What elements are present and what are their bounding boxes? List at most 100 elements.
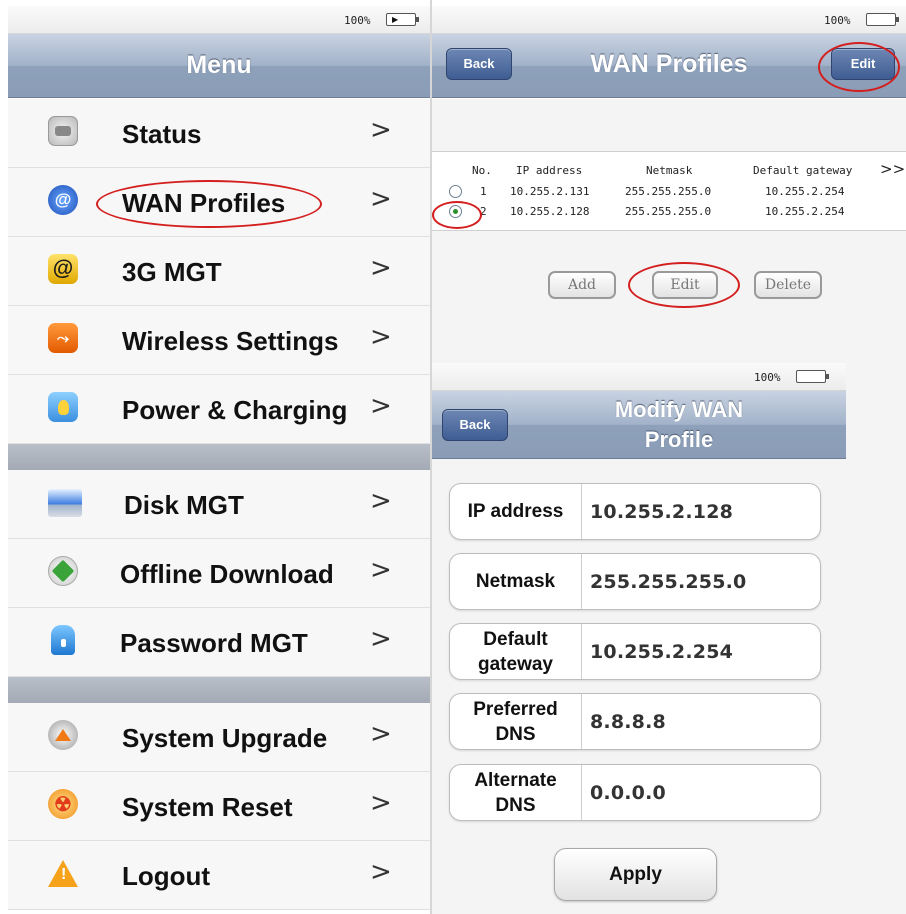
table-cell-gateway: 10.255.2.254: [765, 205, 845, 218]
annotation-ring: [818, 42, 900, 92]
status-icon: [48, 116, 78, 146]
add-button[interactable]: Add: [548, 271, 616, 299]
menu-item-offline-download[interactable]: Offline Download >: [8, 539, 430, 608]
table-cell-ip: 10.255.2.131: [510, 185, 590, 198]
table-cell-netmask: 255.255.255.0: [625, 205, 712, 218]
password-icon: [51, 625, 75, 655]
field-label: Default gateway: [450, 624, 582, 679]
row-1-radio[interactable]: [449, 185, 462, 198]
netmask-field[interactable]: Netmask 255.255.255.0: [449, 553, 821, 610]
field-label-text: gateway: [478, 653, 553, 675]
ip-address-field[interactable]: IP address 10.255.2.128: [449, 483, 821, 540]
field-label: Netmask: [450, 554, 582, 609]
upgrade-icon: [48, 720, 78, 750]
column-header-netmask: Netmask: [646, 164, 693, 177]
menu-item-wireless-settings[interactable]: ⤳ Wireless Settings >: [8, 306, 430, 375]
chevron-right-icon: >: [370, 555, 392, 585]
menu-item-label: Disk MGT: [124, 490, 244, 520]
menu-item-system-reset[interactable]: ☢ System Reset >: [8, 772, 430, 841]
disk-icon: [48, 489, 82, 517]
alternate-dns-field[interactable]: Alternate DNS 0.0.0.0: [449, 764, 821, 821]
field-label: Preferred DNS: [450, 694, 582, 749]
page-title-line-1: Modify WAN: [614, 397, 744, 422]
field-label-text: IP address: [467, 501, 564, 522]
battery-percent: 100%: [824, 14, 851, 27]
annotation-ring: [96, 180, 322, 228]
field-label-text: Preferred: [473, 698, 558, 720]
alternate-dns-value[interactable]: 0.0.0.0: [590, 765, 666, 820]
more-columns-icon[interactable]: >>: [880, 160, 905, 178]
section-separator: [8, 444, 430, 470]
reset-icon: ☢: [48, 789, 78, 819]
preferred-dns-field[interactable]: Preferred DNS 8.8.8.8: [449, 693, 821, 750]
3g-icon: @: [48, 254, 78, 284]
annotation-ring: [628, 262, 740, 308]
warning-icon: !: [48, 858, 78, 888]
left-status-bar: 100% ▶: [8, 6, 430, 34]
battery-percent: 100%: [344, 14, 371, 27]
field-label: Alternate DNS: [450, 765, 582, 820]
menu-item-label: 3G MGT: [122, 257, 222, 287]
menu-item-power-charging[interactable]: Power & Charging >: [8, 375, 430, 444]
default-gateway-value[interactable]: 10.255.2.254: [590, 624, 733, 679]
back-button[interactable]: Back: [442, 409, 508, 441]
modify-nav-bar: Back Modify WAN Profile: [432, 391, 846, 459]
chevron-right-icon: >: [370, 184, 392, 214]
netmask-value[interactable]: 255.255.255.0: [590, 554, 746, 609]
battery-icon: [866, 13, 899, 26]
default-gateway-field[interactable]: Default gateway 10.255.2.254: [449, 623, 821, 680]
menu-item-password-mgt[interactable]: Password MGT >: [8, 608, 430, 677]
menu-item-label: System Reset: [122, 792, 293, 822]
delete-button[interactable]: Delete: [754, 271, 822, 299]
menu-item-label: Password MGT: [120, 628, 308, 658]
battery-percent: 100%: [754, 371, 781, 384]
preferred-dns-value[interactable]: 8.8.8.8: [590, 694, 666, 749]
chevron-right-icon: >: [370, 253, 392, 283]
wan-status-bar: 100%: [432, 6, 906, 34]
modify-status-bar: 100%: [432, 363, 846, 391]
field-label-text: Alternate: [474, 769, 557, 791]
page-title-line-2: Profile: [644, 427, 714, 452]
menu-item-label: Power & Charging: [122, 395, 348, 425]
chevron-right-icon: >: [370, 719, 392, 749]
chevron-right-icon: >: [370, 115, 392, 145]
table-cell-ip: 10.255.2.128: [510, 205, 590, 218]
offline-download-icon: [48, 556, 78, 586]
menu-item-status[interactable]: Status >: [8, 99, 430, 168]
menu-item-disk-mgt[interactable]: Disk MGT >: [8, 470, 430, 539]
wan-profiles-table: No. IP address Netmask Default gateway >…: [432, 151, 906, 231]
chevron-right-icon: >: [370, 624, 392, 654]
menu-item-system-upgrade[interactable]: System Upgrade >: [8, 703, 430, 772]
wan-icon: @: [48, 185, 78, 215]
wireless-icon: ⤳: [48, 323, 78, 353]
field-label-text: DNS: [495, 723, 536, 745]
wan-panel-background: [432, 99, 906, 363]
menu-item-label: Wireless Settings: [122, 326, 339, 356]
apply-button[interactable]: Apply: [554, 848, 717, 901]
field-label: IP address: [450, 484, 582, 539]
ip-address-value[interactable]: 10.255.2.128: [590, 484, 733, 539]
menu-item-label: Offline Download: [120, 559, 334, 589]
column-header-ip: IP address: [516, 164, 583, 177]
field-label-text: Netmask: [475, 571, 556, 592]
menu-item-label: Status: [122, 119, 202, 149]
battery-icon: [796, 370, 829, 383]
menu-item-logout[interactable]: ! Logout >: [8, 841, 430, 910]
table-cell-gateway: 10.255.2.254: [765, 185, 845, 198]
menu-nav-bar: Menu: [8, 34, 430, 98]
column-header-gateway: Default gateway: [753, 164, 853, 177]
table-cell-netmask: 255.255.255.0: [625, 185, 712, 198]
chevron-right-icon: >: [370, 391, 392, 421]
menu-item-label: Logout: [122, 861, 211, 891]
chevron-right-icon: >: [370, 486, 392, 516]
battery-icon: ▶: [386, 13, 419, 26]
chevron-right-icon: >: [370, 857, 392, 887]
section-separator: [8, 677, 430, 703]
field-label-text: DNS: [495, 794, 536, 816]
column-header-no: No.: [472, 164, 492, 177]
field-label-text: Default: [483, 628, 548, 650]
page-title: Menu: [186, 51, 252, 79]
menu-item-label: System Upgrade: [122, 723, 328, 753]
menu-item-3g-mgt[interactable]: @ 3G MGT >: [8, 237, 430, 306]
chevron-right-icon: >: [370, 788, 392, 818]
